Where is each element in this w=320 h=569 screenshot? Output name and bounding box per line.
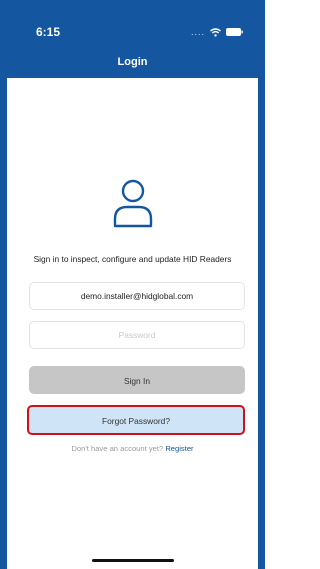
status-time: 6:15 [36,25,61,39]
signal-dots: .... [190,27,205,37]
login-screen: 6:15 .... Login Sign in to inspect, conf… [0,0,265,569]
sign-in-tagline: Sign in to inspect, configure and update… [33,254,232,264]
page-title: Login [117,56,148,68]
password-field[interactable] [29,321,245,349]
register-row: Don't have an account yet? Register [0,444,265,453]
status-bar: 6:15 .... [0,0,265,44]
forgot-password-button[interactable]: Forgot Password? [27,405,245,435]
register-prompt: Don't have an account yet? [71,444,164,453]
frame-right [258,0,265,569]
home-indicator[interactable] [92,559,174,562]
sign-in-button[interactable]: Sign In [29,366,245,394]
app-header: 6:15 .... Login [0,0,265,78]
user-icon [112,178,154,228]
battery-icon [226,28,243,36]
status-icons: .... [191,27,243,37]
register-link[interactable]: Register [165,444,193,453]
email-field[interactable] [29,282,245,310]
frame-left [0,0,7,569]
wifi-icon [210,27,221,37]
